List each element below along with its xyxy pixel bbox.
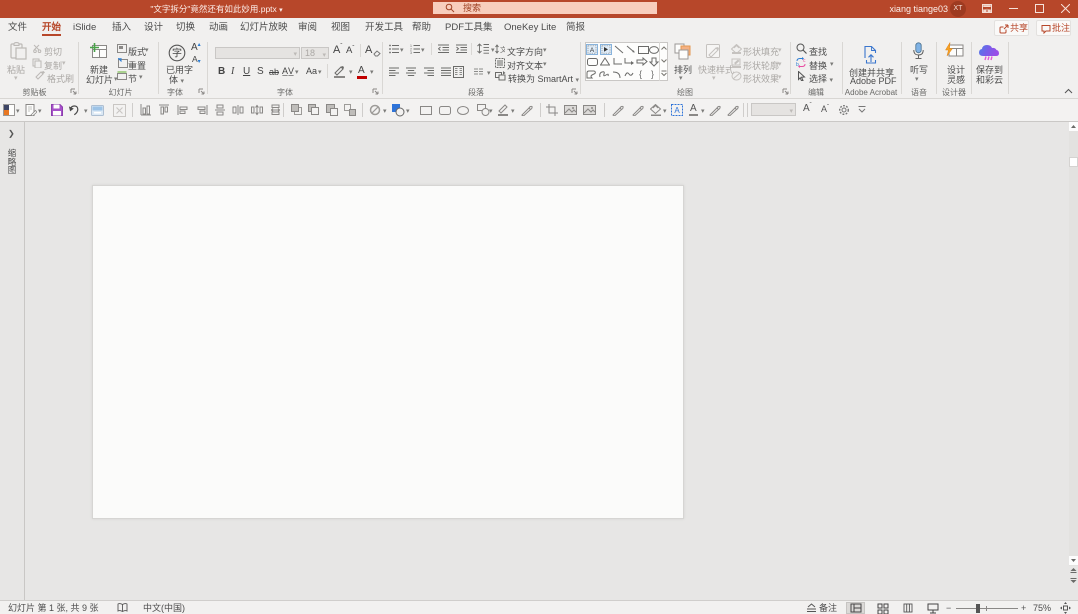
svg-text:3: 3 [410, 51, 412, 54]
svg-text:字: 字 [172, 46, 182, 59]
svg-text:文: 文 [500, 45, 505, 54]
svg-text:c: c [803, 58, 806, 64]
svg-text:A: A [590, 47, 595, 54]
svg-text:A: A [674, 106, 680, 115]
svg-text:b: b [796, 62, 799, 68]
